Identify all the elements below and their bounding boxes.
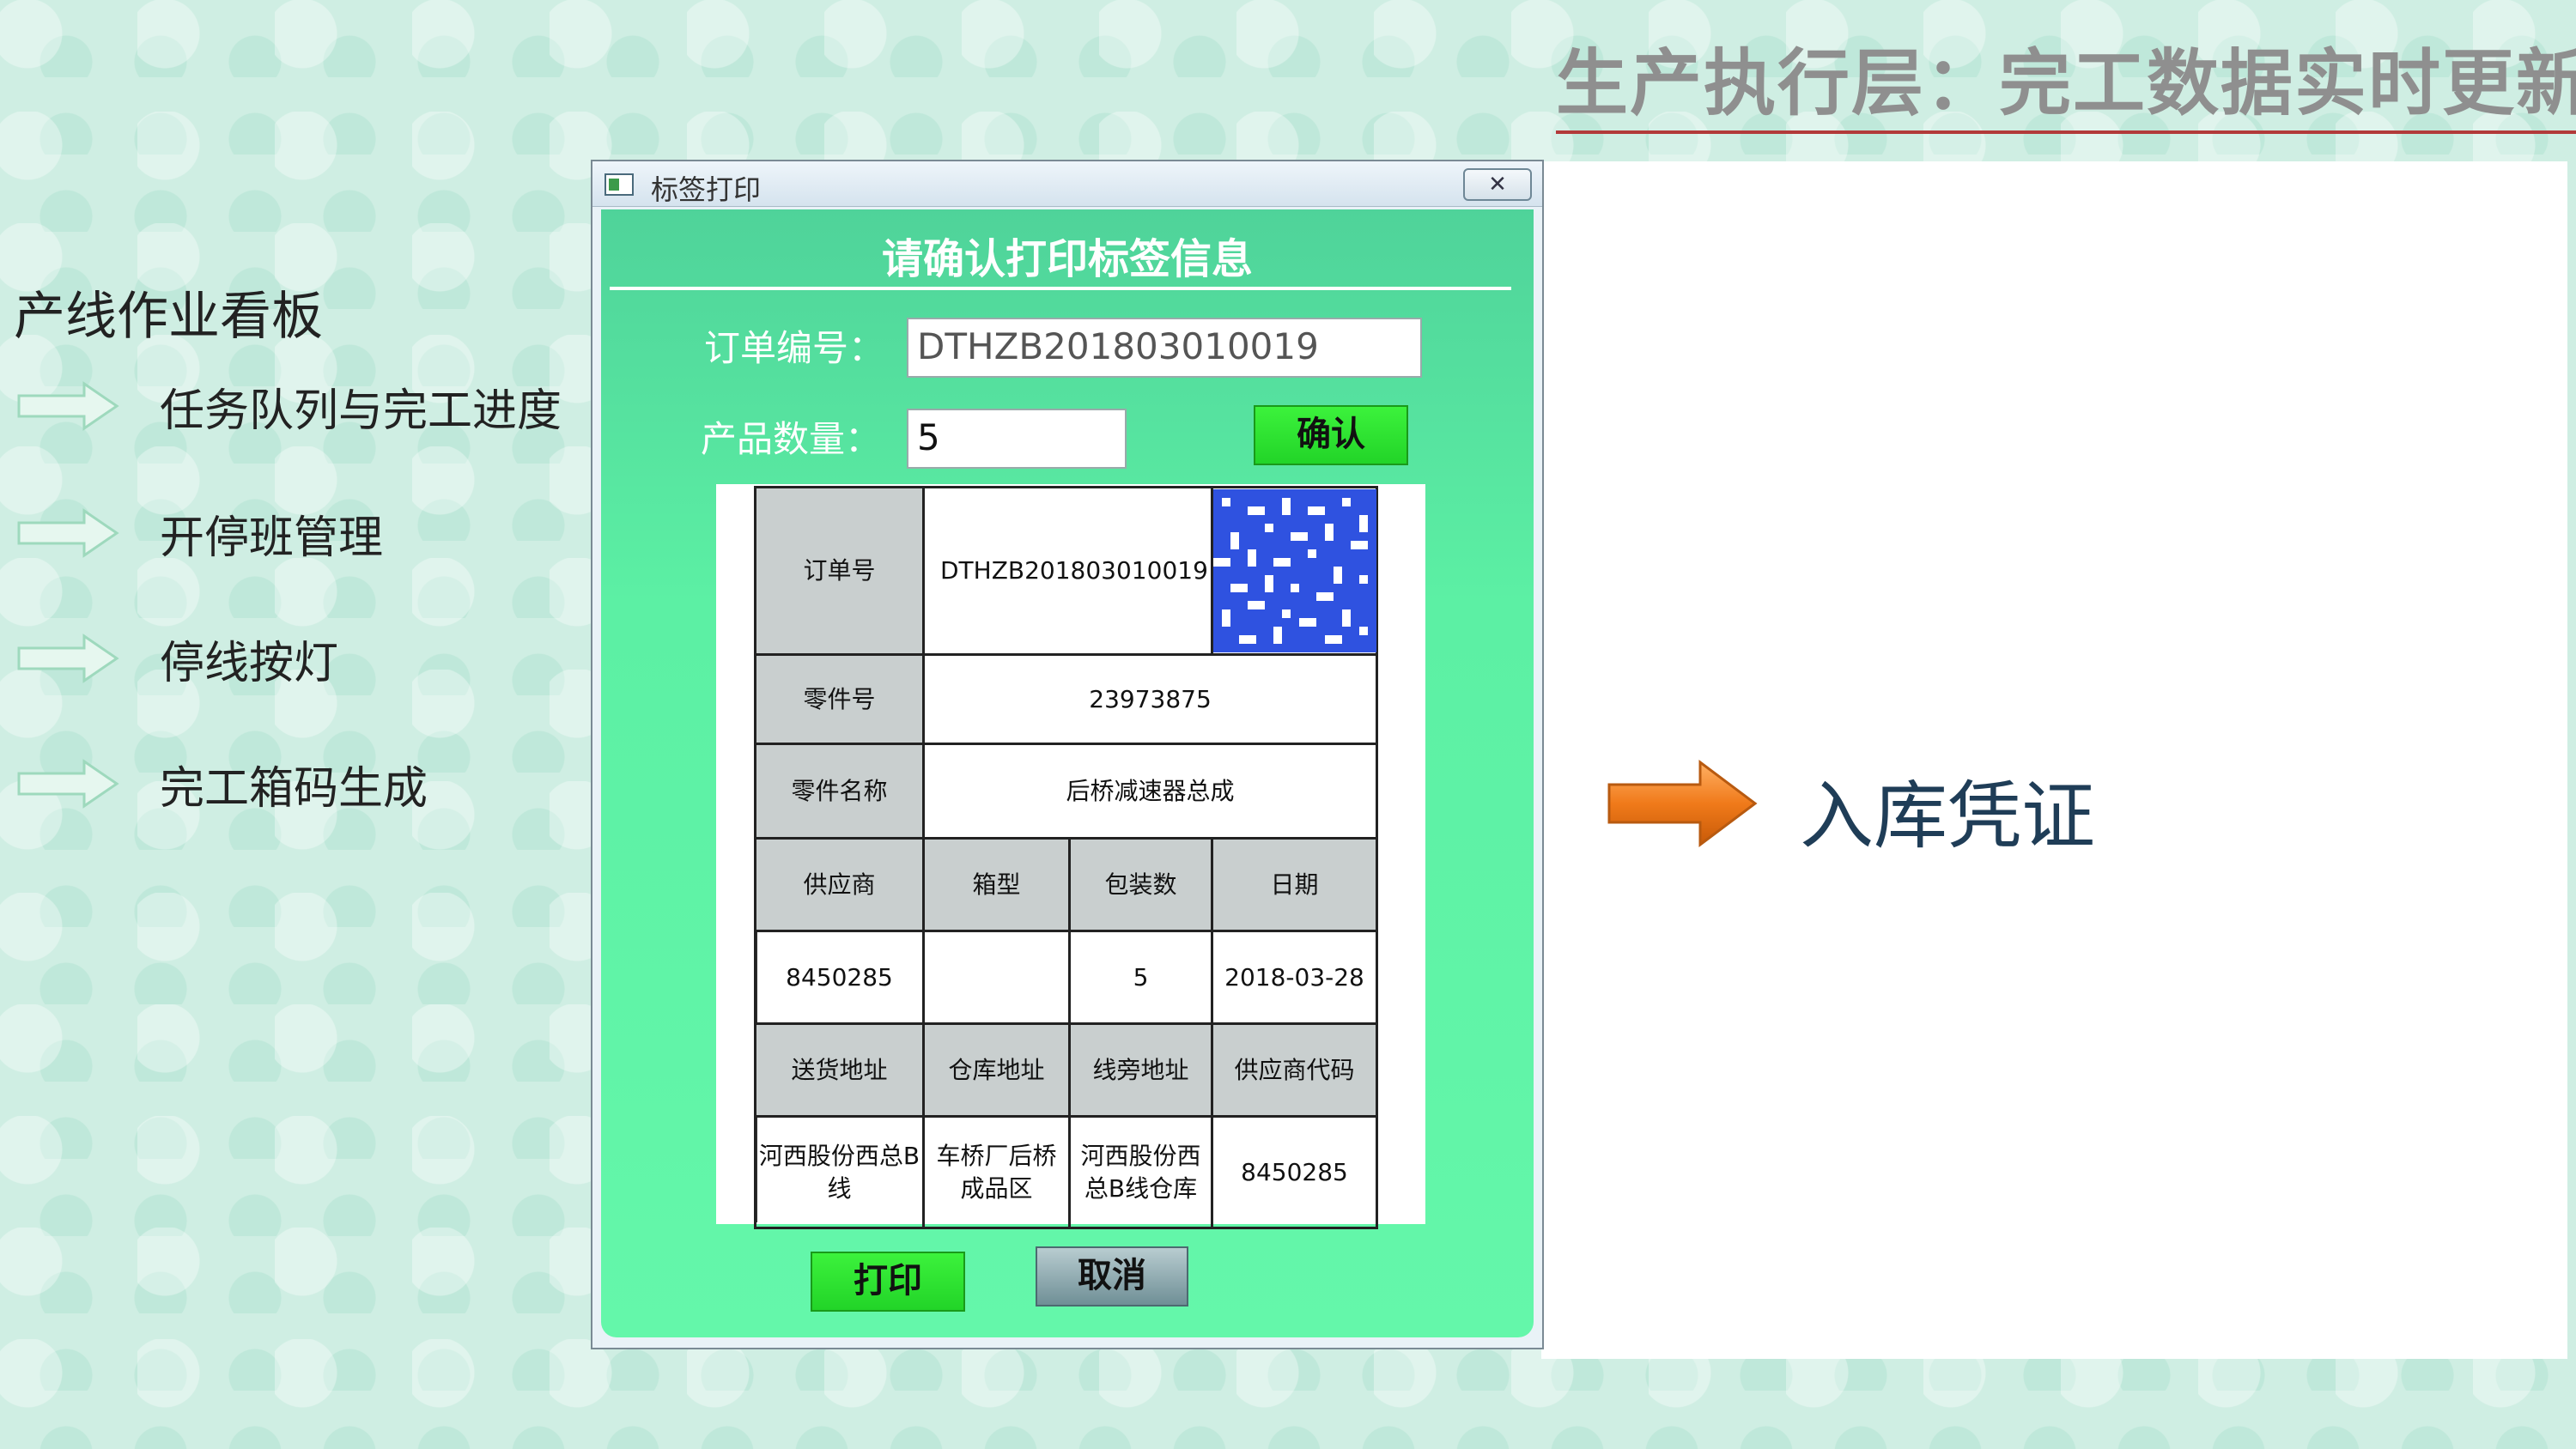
quantity-label: 产品数量：	[701, 418, 882, 460]
delivery-address-value-cell: 河西股份西总B线	[754, 1115, 925, 1229]
delivery-address-header-cell: 送货地址	[754, 1022, 925, 1118]
menu-item-label: 开停班管理	[160, 512, 384, 564]
qr-code-cell	[1211, 486, 1379, 656]
label-margin-strip	[718, 486, 757, 1222]
part-name-value-cell: 后桥减速器总成	[921, 743, 1379, 840]
menu-item-label: 任务队列与完工进度	[160, 385, 562, 437]
page-title: 生产执行层：完工数据实时更新	[1556, 41, 2576, 125]
date-value-cell: 2018-03-28	[1211, 930, 1379, 1025]
menu-item-box-code: 完工箱码生成	[17, 745, 428, 822]
date-header-cell: 日期	[1211, 837, 1379, 932]
order-no-input[interactable]: DTHZB201803010019	[907, 318, 1422, 378]
cancel-button[interactable]: 取消	[1036, 1246, 1188, 1307]
supplier-code-header-cell: 供应商代码	[1211, 1022, 1379, 1118]
window-title: 标签打印	[651, 173, 762, 206]
arrow-right-icon	[1607, 760, 1758, 847]
lineside-address-header-cell: 线旁地址	[1067, 1022, 1214, 1118]
order-value-cell: DTHZB201803010019	[921, 486, 1214, 656]
pack-count-header-cell: 包装数	[1067, 837, 1214, 932]
lineside-address-value-cell: 河西股份西总B线仓库	[1067, 1115, 1214, 1229]
dialog-heading: 请确认打印标签信息	[881, 235, 1253, 283]
window-app-icon	[605, 173, 634, 196]
part-name-header-cell: 零件名称	[754, 743, 925, 840]
box-type-header-cell: 箱型	[922, 837, 1071, 932]
label-table: 订单号 DTHZB201803010019 零件号 23973875 零件名称 …	[754, 486, 1379, 1229]
print-button[interactable]: 打印	[811, 1252, 965, 1312]
menu-item-label: 停线按灯	[160, 637, 339, 689]
quantity-input[interactable]: 5	[907, 409, 1127, 469]
supplier-value-cell: 8450285	[754, 930, 925, 1025]
part-no-value-cell: 23973875	[921, 653, 1379, 745]
board-heading: 产线作业看板	[14, 287, 323, 347]
arrow-right-icon	[17, 634, 119, 683]
menu-item-shift-management: 开停班管理	[17, 494, 383, 572]
supplier-code-value-cell: 8450285	[1211, 1115, 1379, 1229]
box-type-value-cell	[922, 930, 1071, 1025]
confirm-button[interactable]: 确认	[1254, 405, 1408, 465]
dialog-divider	[610, 287, 1511, 290]
pack-count-value-cell: 5	[1067, 930, 1214, 1025]
window-titlebar[interactable]: 标签打印 ✕	[592, 161, 1542, 207]
warehouse-address-value-cell: 车桥厂后桥成品区	[922, 1115, 1071, 1229]
menu-item-andon: 停线按灯	[17, 620, 338, 697]
arrow-right-icon	[17, 381, 119, 431]
arrow-right-icon	[17, 759, 119, 809]
order-no-label: 订单编号：	[704, 327, 885, 369]
menu-item-task-queue: 任务队列与完工进度	[17, 367, 562, 445]
supplier-header-cell: 供应商	[754, 837, 925, 932]
qr-code-icon	[1213, 489, 1377, 652]
part-no-header-cell: 零件号	[754, 653, 925, 745]
close-button[interactable]: ✕	[1463, 168, 1532, 201]
arrow-right-icon	[17, 508, 119, 558]
callout-text: 入库凭证	[1800, 773, 2095, 859]
title-divider	[1556, 130, 2576, 134]
order-header-cell: 订单号	[754, 486, 925, 656]
menu-item-label: 完工箱码生成	[160, 762, 428, 815]
warehouse-address-header-cell: 仓库地址	[922, 1022, 1071, 1118]
